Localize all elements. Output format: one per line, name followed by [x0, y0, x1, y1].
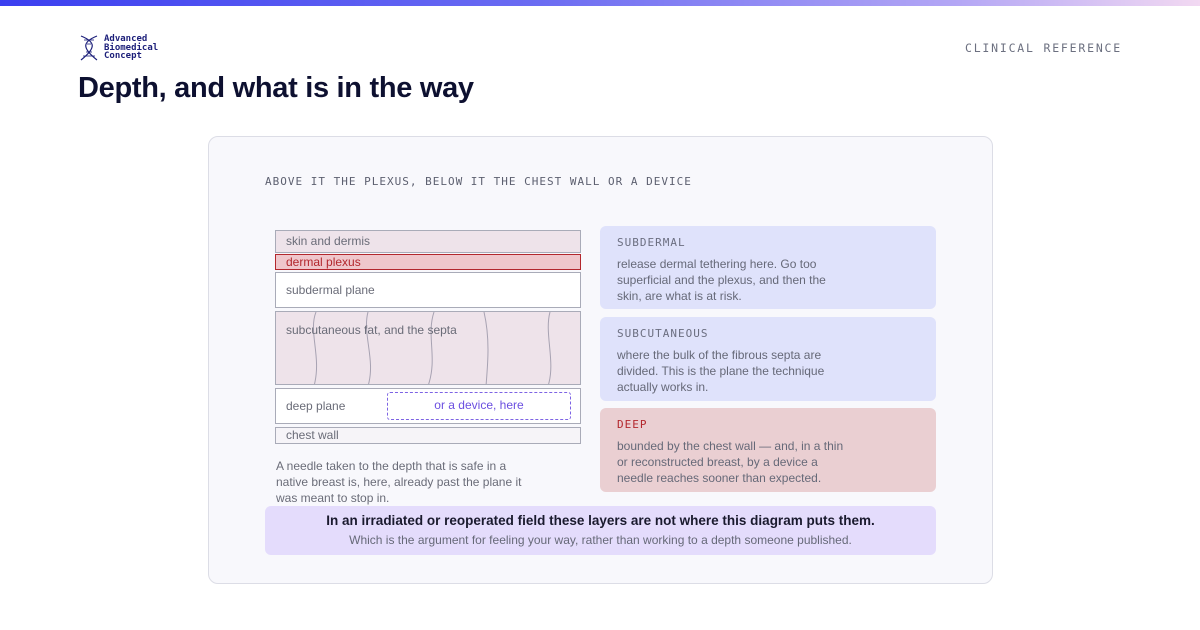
- layer-label: subdermal plane: [286, 283, 375, 297]
- plane-heading: SUBCUTANEOUS: [617, 327, 709, 340]
- layer-label: subcutaneous fat, and the septa: [286, 323, 457, 337]
- depth-note: A needle taken to the depth that is safe…: [276, 459, 522, 505]
- diagram-caption: ABOVE IT THE PLEXUS, BELOW IT THE CHEST …: [265, 175, 692, 188]
- brand-logo[interactable]: Advanced Biomedical Concept: [78, 34, 158, 62]
- page-title: Depth, and what is in the way: [78, 72, 474, 104]
- plane-description: where the bulk of the fibrous septa are …: [617, 348, 825, 394]
- plane-heading: DEEP: [617, 418, 648, 431]
- plane-card-subcutaneous: SUBCUTANEOUS where the bulk of the fibro…: [600, 317, 936, 401]
- layer-subdermal-plane: subdermal plane: [275, 272, 581, 308]
- brand-name: Advanced Biomedical Concept: [104, 35, 158, 61]
- warning-banner: In an irradiated or reoperated field the…: [265, 506, 936, 555]
- plane-description: release dermal tethering here. Go too su…: [617, 257, 826, 303]
- plane-card-subdermal: SUBDERMAL release dermal tethering here.…: [600, 226, 936, 309]
- section-eyebrow: CLINICAL REFERENCE: [964, 41, 1122, 55]
- plane-description: bounded by the chest wall — and, in a th…: [617, 439, 844, 485]
- layer-skin-dermis: skin and dermis: [275, 230, 581, 253]
- banner-headline: In an irradiated or reoperated field the…: [326, 513, 875, 528]
- dna-helix-icon: [80, 35, 98, 61]
- plane-card-deep: DEEP bounded by the chest wall — and, in…: [600, 408, 936, 492]
- plane-heading: SUBDERMAL: [617, 236, 686, 249]
- brand-line-3: Concept: [104, 51, 142, 62]
- layer-chest-wall: chest wall: [275, 427, 581, 444]
- device-placeholder: or a device, here: [387, 392, 571, 420]
- layer-dermal-plexus: dermal plexus: [275, 254, 581, 270]
- layer-label: dermal plexus: [286, 255, 361, 269]
- banner-subtext: Which is the argument for feeling your w…: [349, 533, 852, 547]
- layer-label: chest wall: [286, 428, 339, 442]
- top-gradient-bar: [0, 0, 1200, 6]
- layer-label: skin and dermis: [286, 234, 371, 248]
- layer-subcutaneous-fat: subcutaneous fat, and the septa: [275, 311, 581, 385]
